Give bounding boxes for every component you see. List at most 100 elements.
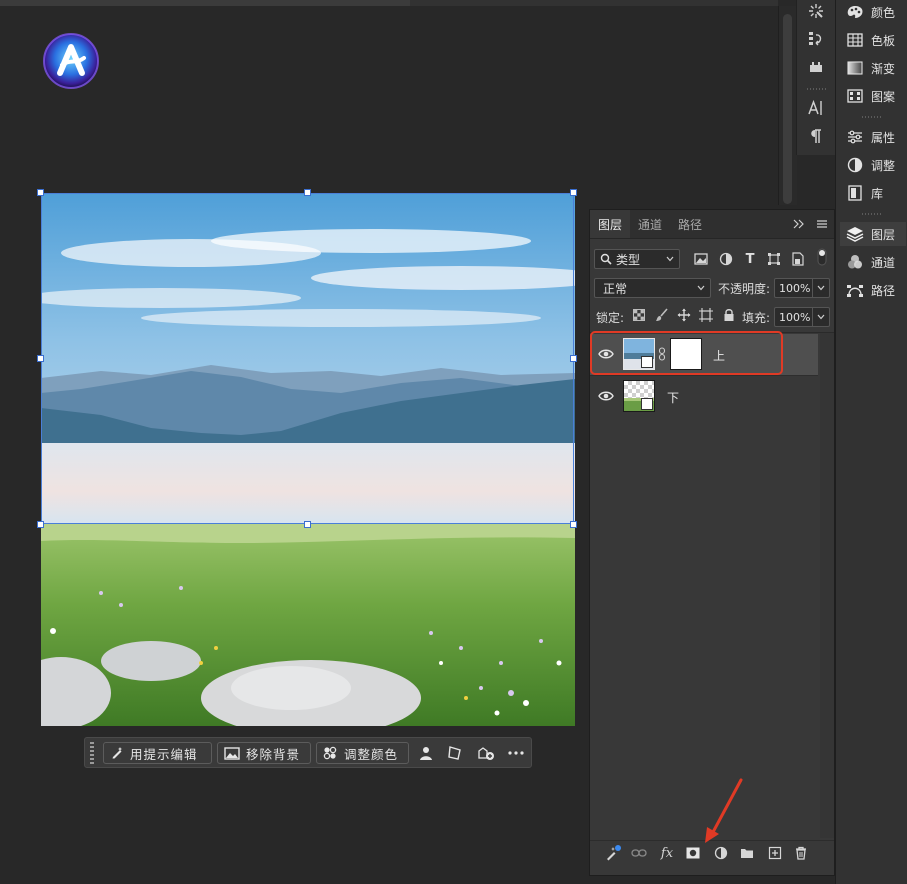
drag-handle[interactable] (90, 742, 94, 764)
dock-label-pattern: 图案 (871, 89, 896, 104)
filter-pixel-icon[interactable] (692, 251, 710, 267)
lock-transparent-pixels-icon[interactable] (630, 307, 648, 323)
chevron-down-icon (666, 256, 674, 262)
transform-handle-bottom-left[interactable] (37, 521, 44, 528)
add-mask-icon[interactable] (684, 845, 702, 861)
lock-position-icon[interactable] (675, 307, 693, 323)
dock-label-library: 库 (871, 186, 884, 201)
remove-background-button[interactable]: 移除背景 (217, 742, 311, 764)
generate-icon[interactable] (604, 845, 622, 861)
dock-item-pattern[interactable]: 图案 (840, 84, 906, 108)
opacity-field[interactable]: 100% (774, 278, 830, 298)
panel-menu-icon[interactable] (814, 210, 830, 238)
adjust-color-button[interactable]: 调整颜色 (316, 742, 409, 764)
group-folder-icon[interactable] (738, 845, 756, 861)
opacity-dropdown-chevron-icon[interactable] (812, 279, 829, 297)
adjustments-icon (844, 154, 866, 176)
character-icon[interactable] (797, 97, 835, 119)
adjust-color-icon (323, 746, 337, 760)
link-layers-icon[interactable] (630, 845, 648, 861)
dock-label-channels: 通道 (871, 255, 896, 270)
fill-dropdown-chevron-icon[interactable] (812, 308, 829, 326)
filter-toggle-switch[interactable] (816, 248, 828, 266)
channels-icon (844, 251, 866, 273)
blend-mode-select[interactable]: 正常 (594, 278, 711, 298)
fill-value: 100% (779, 310, 811, 324)
plugins-icon[interactable] (797, 56, 835, 78)
dock-item-properties[interactable]: 属性 (840, 125, 906, 149)
blend-mode-value: 正常 (603, 281, 628, 296)
create-adjustment-icon[interactable] (477, 744, 495, 762)
magic-pencil-icon (112, 747, 122, 759)
gradient-icon (844, 57, 866, 79)
dock-item-library[interactable]: 库 (840, 181, 906, 205)
layer-thumbnail[interactable] (623, 380, 655, 412)
fx-layer-style-icon[interactable]: fx (658, 845, 676, 861)
layers-icon (844, 223, 866, 245)
annotation-highlight-box (590, 331, 783, 375)
filter-shape-icon[interactable] (765, 251, 783, 267)
new-layer-icon[interactable] (766, 845, 784, 861)
prompt-edit-label: 用提示编辑 (130, 746, 198, 762)
panel-tab-bar: 图层 通道 路径 (590, 210, 834, 239)
filter-adjustment-icon[interactable] (717, 251, 735, 267)
delete-layer-icon[interactable] (792, 845, 810, 861)
visibility-eye-icon[interactable] (598, 390, 614, 402)
dock-item-channels[interactable]: 通道 (840, 250, 906, 274)
dock-label-gradient: 渐变 (871, 61, 896, 76)
history-icon[interactable] (797, 28, 835, 50)
paragraph-icon[interactable] (797, 125, 835, 147)
dock-label-swatches: 色板 (871, 33, 896, 48)
divider (807, 88, 827, 90)
lock-artboard-icon[interactable] (697, 307, 715, 323)
smart-object-badge-icon (641, 398, 653, 410)
filter-smart-object-icon[interactable] (789, 251, 807, 267)
more-options-icon[interactable] (507, 744, 525, 762)
lock-all-icon[interactable] (720, 307, 738, 323)
spark-icon[interactable] (797, 0, 835, 22)
transform-icon[interactable] (446, 744, 464, 762)
dock-item-color[interactable]: 颜色 (840, 0, 906, 24)
transform-handle-top[interactable] (304, 189, 311, 196)
adjust-color-label: 调整颜色 (344, 746, 399, 762)
dock-label-layers: 图层 (871, 227, 896, 242)
fill-field[interactable]: 100% (774, 307, 830, 327)
chevron-down-icon (697, 285, 705, 291)
lock-image-pixels-icon[interactable] (653, 307, 671, 323)
transform-handle-left[interactable] (37, 355, 44, 362)
tab-layers[interactable]: 图层 (590, 210, 630, 238)
dock-item-swatches[interactable]: 色板 (840, 28, 906, 52)
layer-name[interactable]: 下 (667, 389, 679, 406)
dock-item-paths[interactable]: 路径 (840, 278, 906, 302)
opacity-label: 不透明度: (718, 282, 771, 296)
dock-item-layers[interactable]: 图层 (840, 222, 906, 246)
tab-channels[interactable]: 通道 (630, 210, 670, 238)
prompt-edit-button[interactable]: 用提示编辑 (103, 742, 212, 764)
opacity-value: 100% (779, 281, 811, 295)
pattern-icon (844, 85, 866, 107)
select-subject-icon[interactable] (417, 744, 435, 762)
transform-bounding-box[interactable] (41, 193, 574, 524)
dock-item-adjustments[interactable]: 调整 (840, 153, 906, 177)
transform-handle-bottom[interactable] (304, 521, 311, 528)
remove-background-label: 移除背景 (246, 746, 301, 762)
right-panel-dock: 颜色 色板 渐变 图案 属性 调整 库 图层 通道 路径 (835, 0, 907, 884)
canvas-scrollbar[interactable] (778, 6, 797, 205)
dock-label-color: 颜色 (871, 5, 896, 20)
layers-scrollbar[interactable] (820, 333, 834, 838)
transform-handle-bottom-right[interactable] (570, 521, 577, 528)
layer-row-bottom[interactable]: 下 (590, 375, 818, 417)
layer-filter-select[interactable]: 类型 (594, 249, 680, 269)
annotation-arrow-icon (705, 778, 743, 843)
filter-type-icon[interactable]: T (741, 251, 759, 267)
tab-paths[interactable]: 路径 (670, 210, 710, 238)
transform-handle-top-left[interactable] (37, 189, 44, 196)
transform-handle-top-right[interactable] (570, 189, 577, 196)
transform-handle-right[interactable] (570, 355, 577, 362)
document-tab-strip (0, 0, 778, 6)
dock-label-paths: 路径 (871, 283, 896, 298)
dock-item-gradient[interactable]: 渐变 (840, 56, 906, 80)
lock-label: 锁定: (596, 311, 625, 325)
adjustment-layer-icon[interactable] (712, 845, 730, 861)
collapse-panel-icon[interactable] (790, 210, 808, 238)
